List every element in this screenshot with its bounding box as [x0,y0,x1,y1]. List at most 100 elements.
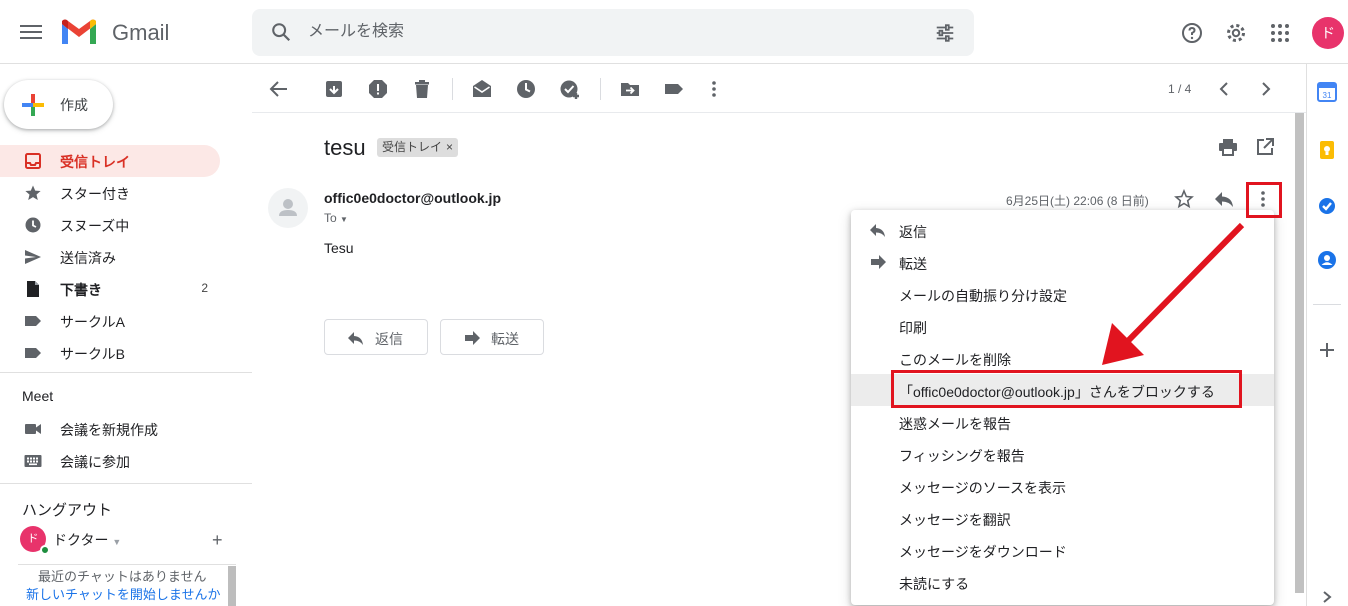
menu-item-report-phishing[interactable]: フィッシングを報告 [851,438,1274,470]
help-icon[interactable] [1180,21,1204,45]
menu-item-mark-unread[interactable]: 未読にする [851,566,1274,598]
reply-icon [870,224,885,237]
hangouts-user-name[interactable]: ドクター ▼ [53,530,121,550]
inbox-label-chip[interactable]: 受信トレイ × [377,138,459,157]
sender-avatar[interactable] [268,188,308,228]
sidebar-item-snoozed[interactable]: スヌーズ中 [0,209,220,241]
add-chat-plus-icon[interactable]: + [212,530,223,551]
menu-item-label: 迷惑メールを報告 [899,416,1011,432]
top-header: Gmail ド [0,0,1348,64]
sidebar-item-circle-b[interactable]: サークルB [0,337,220,369]
clock-icon [25,217,41,233]
draft-file-icon [27,281,39,297]
chevron-down-icon: ▼ [112,537,122,547]
inbox-icon [25,153,41,169]
reply-button-label: 返信 [375,331,403,347]
main-scrollbar[interactable] [1295,113,1304,593]
email-date: 6月25日(土) 22:06 (8 日前) [1006,194,1149,208]
online-status-dot [40,545,50,555]
contacts-icon[interactable] [1317,250,1337,270]
person-icon [279,199,297,216]
hangouts-section-title: ハングアウト [22,502,113,519]
menu-item-label: このメールを削除 [899,352,1011,368]
search-options-icon[interactable] [934,22,956,44]
sidebar-item-label: サークルB [60,346,125,362]
move-to-folder-icon[interactable] [619,78,641,100]
highlight-block-sender-box [891,370,1242,408]
open-in-new-window-icon[interactable] [1255,137,1275,157]
chevron-right-icon[interactable] [1321,590,1333,604]
add-addon-plus-icon[interactable] [1319,342,1335,358]
chevron-down-icon: ▼ [340,215,348,224]
mark-unread-icon[interactable] [471,78,493,100]
compose-plus-icon [22,94,44,116]
chevron-left-icon[interactable] [1214,78,1236,100]
chat-scrollbar[interactable] [228,566,236,606]
menu-item-label: メッセージをダウンロード [899,544,1067,560]
back-arrow-icon[interactable] [268,78,290,100]
sidebar-item-label: 送信済み [60,250,116,266]
keyboard-icon [24,455,42,467]
pagination-text: 1 / 4 [1168,82,1192,96]
snooze-clock-icon[interactable] [515,78,537,100]
forward-button[interactable]: 転送 [440,319,544,355]
reply-button[interactable]: 返信 [324,319,428,355]
toolbar-divider [252,112,1306,113]
annotation-arrow-icon [1102,222,1245,365]
sidebar-item-inbox[interactable]: 受信トレイ [0,145,220,177]
compose-button[interactable]: 作成 [4,80,113,129]
menu-item-report-spam[interactable]: 迷惑メールを報告 [851,406,1274,438]
remove-label-icon[interactable]: × [446,140,453,154]
menu-item-download[interactable]: メッセージをダウンロード [851,534,1274,566]
keep-notes-icon[interactable] [1317,140,1337,160]
label-tag-icon[interactable] [663,78,685,100]
search-input[interactable] [308,19,908,45]
print-icon[interactable] [1218,137,1238,157]
gmail-logo-icon[interactable] [60,18,98,46]
report-spam-icon[interactable] [367,78,389,100]
meet-item-label: 会議を新規作成 [60,422,158,438]
calendar-icon[interactable]: 31 [1317,82,1337,102]
delete-trash-icon[interactable] [411,78,433,100]
menu-item-label: 未読にする [899,576,970,592]
sidebar-item-drafts[interactable]: 下書き 2 [0,273,220,305]
meet-join-meeting[interactable]: 会議に参加 [0,445,220,477]
drafts-count: 2 [201,281,208,295]
sidebar-item-label: 受信トレイ [60,154,130,170]
main-menu-icon[interactable] [20,22,42,42]
archive-icon[interactable] [323,78,345,100]
chat-empty-text: 最近のチャットはありません [38,569,207,584]
menu-item-show-original[interactable]: メッセージのソースを表示 [851,470,1274,502]
toolbar-separator [600,78,601,100]
search-bar [252,9,974,56]
chevron-right-icon[interactable] [1254,78,1276,100]
reply-icon[interactable] [1213,189,1235,209]
sidebar-divider [0,372,252,373]
search-icon[interactable] [270,21,292,43]
reply-icon [348,332,363,345]
star-outline-icon[interactable] [1174,189,1194,209]
sidebar-item-label: スター付き [60,186,130,202]
highlight-more-options-box [1246,182,1282,218]
tasks-icon[interactable] [1317,196,1337,216]
sidebar-item-sent[interactable]: 送信済み [0,241,220,273]
forward-icon [465,331,480,345]
meet-new-meeting[interactable]: 会議を新規作成 [0,413,220,445]
more-vertical-icon[interactable] [703,78,725,100]
recipient-toggle[interactable]: To ▼ [324,211,348,225]
gmail-wordmark[interactable]: Gmail [112,20,169,46]
start-chat-link[interactable]: 新しいチャットを開始しませんか [26,584,220,603]
menu-item-label: メッセージを翻訳 [899,512,1011,528]
apps-grid-icon[interactable] [1268,21,1292,45]
sidebar-item-circle-a[interactable]: サークルA [0,305,220,337]
forward-icon [871,255,886,269]
sender-email[interactable]: offic0e0doctor@outlook.jp [324,190,501,206]
email-body: Tesu [324,240,354,256]
account-avatar[interactable]: ド [1312,17,1344,49]
menu-item-translate[interactable]: メッセージを翻訳 [851,502,1274,534]
sidebar-item-starred[interactable]: スター付き [0,177,220,209]
sidebar-item-label: 下書き [60,282,102,298]
meet-item-label: 会議に参加 [60,454,130,470]
add-to-tasks-icon[interactable] [559,78,581,100]
settings-gear-icon[interactable] [1224,21,1248,45]
